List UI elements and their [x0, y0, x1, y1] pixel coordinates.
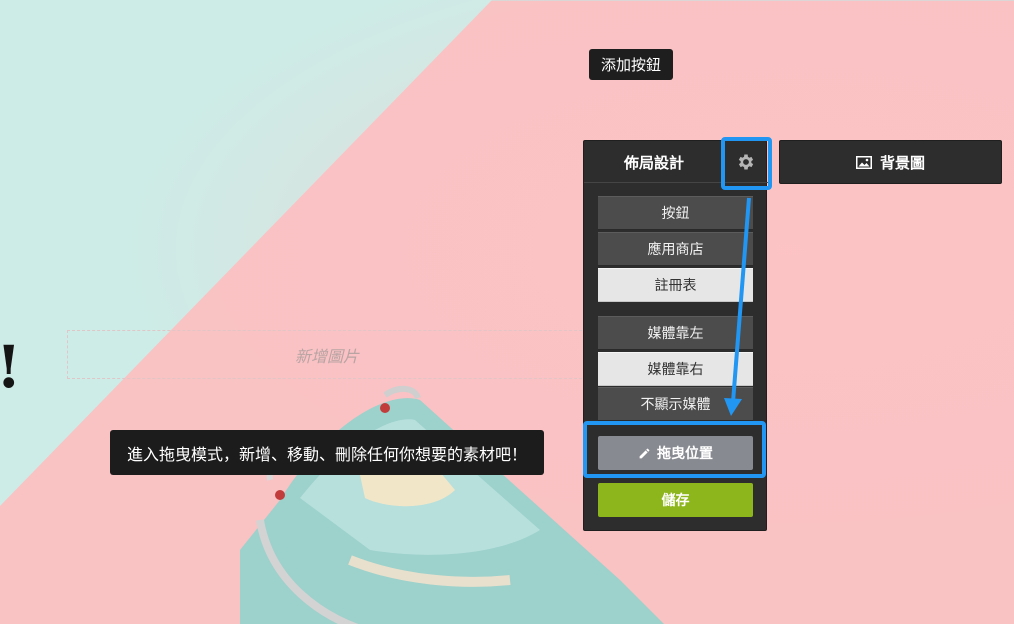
settings-highlight: [721, 137, 772, 190]
image-icon: [855, 155, 872, 169]
option-media-left[interactable]: 媒體靠左: [598, 316, 753, 350]
drag-mode-tooltip: 進入拖曳模式，新增、移動、刪除任何你想要的素材吧！: [110, 430, 545, 475]
option-app-store[interactable]: 應用商店: [598, 232, 753, 266]
drag-button-highlight: [583, 421, 766, 478]
save-button[interactable]: 儲存: [598, 483, 753, 517]
option-button[interactable]: 按鈕: [598, 196, 753, 230]
option-media-right[interactable]: 媒體靠右: [598, 352, 753, 386]
add-button-tooltip: 添加按鈕: [589, 49, 674, 80]
option-no-media[interactable]: 不顯示媒體: [598, 387, 753, 421]
headline-fragment: !: [0, 338, 21, 396]
option-signup-form[interactable]: 註冊表: [598, 268, 753, 302]
add-image-placeholder[interactable]: 新增圖片: [67, 330, 587, 379]
background-image-button[interactable]: 背景圖: [779, 140, 1002, 184]
panel-title: 佈局設計: [623, 153, 684, 172]
background-image-label: 背景圖: [879, 153, 925, 172]
